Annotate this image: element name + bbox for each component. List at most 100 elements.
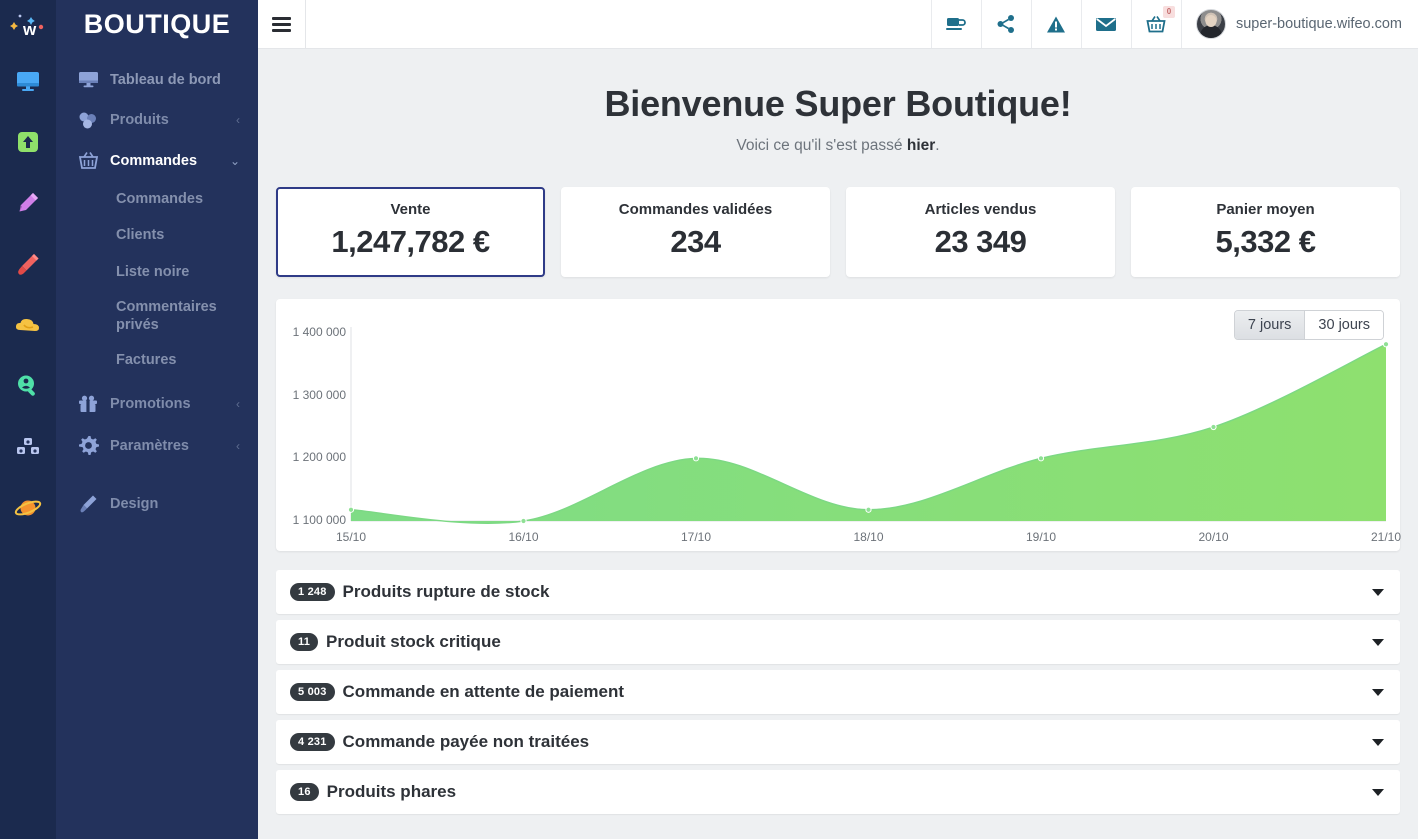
chevron-down-icon[interactable] xyxy=(1372,788,1384,796)
x-axis-tick-label: 15/10 xyxy=(335,530,367,544)
basket-icon xyxy=(76,151,100,170)
accordion-list: 1 248 Produits rupture de stock 11 Produ… xyxy=(276,570,1400,814)
stat-value: 23 349 xyxy=(934,224,1027,259)
icon-rail: w xyxy=(0,0,56,839)
stat-card-vente[interactable]: Vente 1,247,782 € xyxy=(276,187,545,277)
cloud-icon[interactable] xyxy=(0,294,56,355)
sidebar-subitem-clients[interactable]: Clients xyxy=(56,217,258,253)
warning-icon[interactable] xyxy=(1030,0,1081,48)
subtitle-post: . xyxy=(935,137,940,154)
chevron-down-icon[interactable] xyxy=(1372,638,1384,646)
sidebar-item-label: Commandes xyxy=(110,152,198,169)
page-subtitle: Voici ce qu'il s'est passé hier. xyxy=(276,137,1400,155)
sidebar-subitem-commentaires-prives[interactable]: Commentaires privés xyxy=(56,290,217,342)
sidebar-item-commandes[interactable]: Commandes ⌄ xyxy=(56,140,258,181)
stat-label: Commandes validées xyxy=(618,201,773,218)
accordion-badge: 16 xyxy=(290,783,319,801)
accordion-produits-rupture-de-stock[interactable]: 1 248 Produits rupture de stock xyxy=(276,570,1400,614)
stat-card-articles-vendus[interactable]: Articles vendus 23 349 xyxy=(846,187,1115,277)
main-area: 0 super-boutique.wifeo.com Bienvenue Sup… xyxy=(258,0,1418,839)
y-axis-tick-label: 1 100 000 xyxy=(292,513,346,527)
accordion-commande-en-attente-de-paiement[interactable]: 5 003 Commande en attente de paiement xyxy=(276,670,1400,714)
accordion-title: Commande payée non traitées xyxy=(342,732,590,751)
range-button-7-jours[interactable]: 7 jours xyxy=(1234,311,1305,339)
x-axis-tick-label: 17/10 xyxy=(680,530,712,544)
accordion-title: Produits phares xyxy=(326,782,457,801)
x-axis-tick-label: 21/10 xyxy=(1370,530,1402,544)
accordion-title: Produits rupture de stock xyxy=(342,582,550,601)
accordion-produits-phares[interactable]: 16 Produits phares xyxy=(276,770,1400,814)
chevron-down-icon[interactable] xyxy=(1372,738,1384,746)
welcome-section: Bienvenue Super Boutique! Voici ce qu'il… xyxy=(276,49,1400,155)
accordion-commande-payee-non-traitees[interactable]: 4 231 Commande payée non traitées xyxy=(276,720,1400,764)
monitor-icon xyxy=(76,71,100,89)
share-icon[interactable] xyxy=(980,0,1031,48)
stat-card-commandes-validees[interactable]: Commandes validées 234 xyxy=(561,187,830,277)
stat-value: 5,332 € xyxy=(1215,224,1316,259)
accordion-badge: 5 003 xyxy=(290,683,335,701)
coffee-icon[interactable] xyxy=(930,0,981,48)
y-axis-tick-label: 1 300 000 xyxy=(292,387,346,402)
sidebar-subitem-commandes[interactable]: Commandes xyxy=(56,181,258,217)
y-axis-tick-label: 1 400 000 xyxy=(292,325,346,339)
basket-badge: 0 xyxy=(1162,6,1175,18)
sidebar-item-label: Promotions xyxy=(110,396,191,412)
sidebar-item-tableau-de-bord[interactable]: Tableau de bord xyxy=(56,60,258,100)
sidebar-item-label: Produits xyxy=(110,112,169,129)
stat-label: Articles vendus xyxy=(924,201,1037,218)
user-domain-label: super-boutique.wifeo.com xyxy=(1235,16,1402,32)
sidebar-item-promotions[interactable]: Promotions ‹ xyxy=(56,384,258,424)
sidebar-subnav-commandes: Commandes Clients Liste noire Commentair… xyxy=(56,181,258,384)
stats-row: Vente 1,247,782 € Commandes validées 234… xyxy=(276,187,1400,277)
range-toggle: 7 jours 30 jours xyxy=(1233,310,1384,340)
accordion-title: Commande en attente de paiement xyxy=(342,682,625,701)
stat-label: Panier moyen xyxy=(1216,201,1315,218)
chevron-left-icon: ‹ xyxy=(236,397,240,412)
page-title: Bienvenue Super Boutique! xyxy=(604,83,1072,124)
accordion-badge: 11 xyxy=(290,633,319,651)
blocks-icon[interactable] xyxy=(0,416,56,477)
range-button-30-jours[interactable]: 30 jours xyxy=(1304,311,1383,339)
boxes-icon xyxy=(76,111,100,129)
chevron-down-icon: ⌄ xyxy=(229,153,240,168)
sidebar-subitem-factures[interactable]: Factures xyxy=(56,342,258,378)
topbar: 0 super-boutique.wifeo.com xyxy=(258,0,1418,49)
sidebar-item-label: Tableau de bord xyxy=(110,72,221,88)
x-axis-tick-label: 20/10 xyxy=(1198,530,1229,544)
sidebar-item-parametres[interactable]: Paramètres ‹ xyxy=(56,424,258,467)
subtitle-strong: hier xyxy=(906,137,936,154)
accordion-badge: 4 231 xyxy=(290,733,335,751)
chevron-left-icon: ‹ xyxy=(236,438,240,453)
sidebar-item-design[interactable]: Design xyxy=(56,483,258,525)
hamburger-icon[interactable] xyxy=(258,0,306,48)
paintbrush-icon[interactable] xyxy=(0,233,56,294)
user-menu[interactable]: super-boutique.wifeo.com xyxy=(1180,0,1418,48)
accordion-produit-stock-critique[interactable]: 11 Produit stock critique xyxy=(276,620,1400,664)
sidebar-nav: Tableau de bord Produits ‹ Commandes ⌄ C… xyxy=(56,48,258,525)
sidebar-subitem-liste-noire[interactable]: Liste noire xyxy=(56,254,258,290)
sidebar-item-produits[interactable]: Produits ‹ xyxy=(56,100,258,140)
stat-value: 1,247,782 € xyxy=(331,224,490,259)
envelope-icon[interactable] xyxy=(1080,0,1131,48)
search-user-icon[interactable] xyxy=(0,355,56,416)
accordion-title: Produit stock critique xyxy=(326,632,501,651)
accordion-badge: 1 248 xyxy=(290,583,335,601)
x-axis-tick-label: 18/10 xyxy=(853,530,884,544)
planet-icon[interactable] xyxy=(0,477,56,538)
brush-icon xyxy=(76,494,100,514)
avatar xyxy=(1195,9,1226,39)
wifeo-sparkle-logo[interactable]: w xyxy=(0,2,56,50)
pencil-icon[interactable] xyxy=(0,172,56,233)
sidebar: BOUTIQUE Tableau de bord Produits ‹ Comm… xyxy=(56,0,258,839)
chevron-down-icon[interactable] xyxy=(1372,688,1384,696)
stat-card-panier-moyen[interactable]: Panier moyen 5,332 € xyxy=(1131,187,1400,277)
chevron-down-icon[interactable] xyxy=(1372,588,1384,596)
app-root: w BOUTIQUE Tableau de bord Produits ‹ Co… xyxy=(0,0,1418,839)
basket-icon[interactable]: 0 xyxy=(1130,0,1181,48)
subtitle-pre: Voici ce qu'il s'est passé xyxy=(736,137,907,154)
chevron-left-icon: ‹ xyxy=(236,113,240,128)
upload-arrow-icon[interactable] xyxy=(0,111,56,172)
sidebar-item-label: Paramètres xyxy=(110,437,189,454)
monitor-icon[interactable] xyxy=(0,50,56,111)
